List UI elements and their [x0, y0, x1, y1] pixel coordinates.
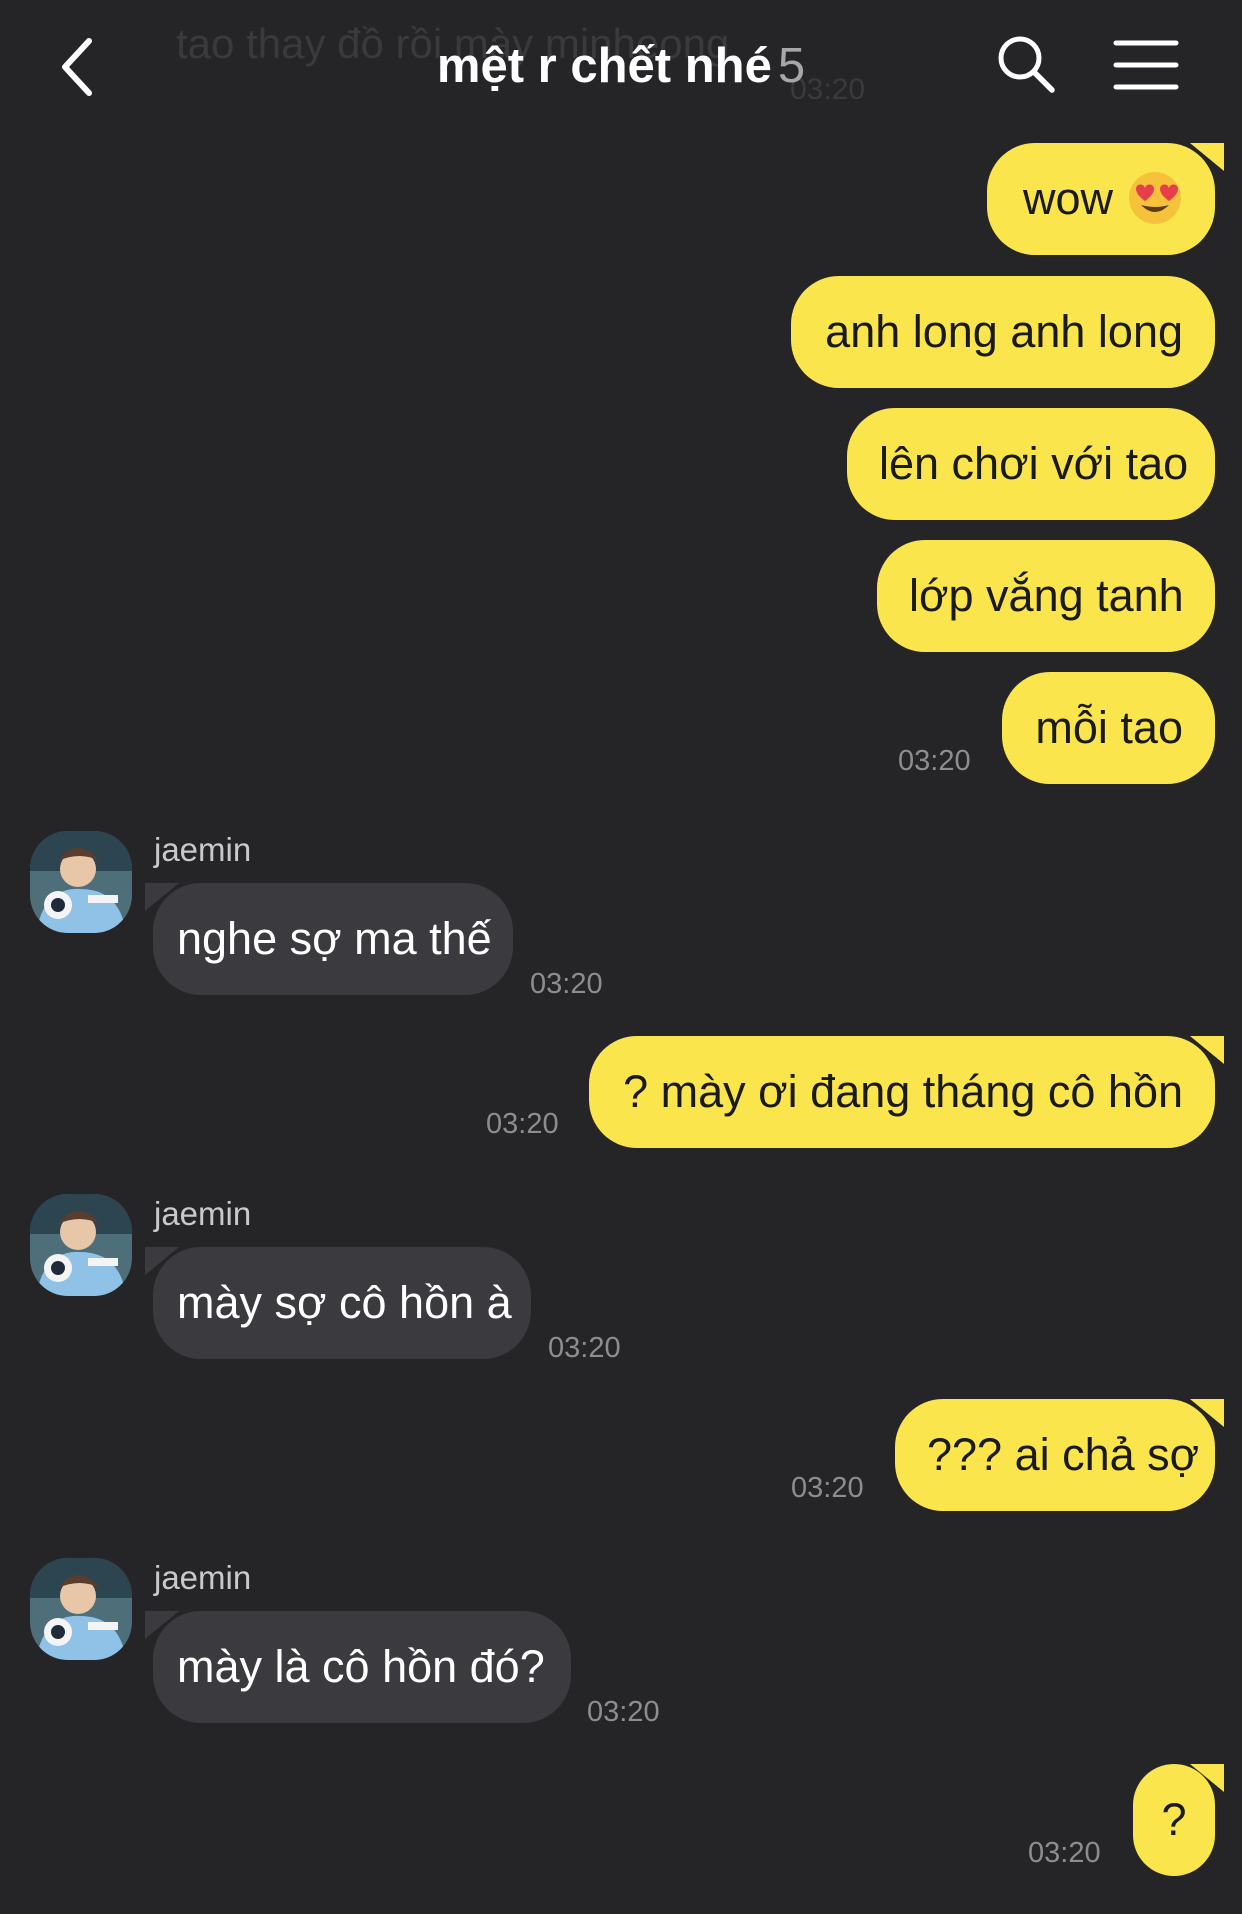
chat-header: tao thay đồ rồi mày minheong 03:20 mệt r…: [0, 0, 1242, 135]
bubble-tail: [1190, 1399, 1224, 1427]
bubble-tail: [1190, 1764, 1224, 1792]
search-button[interactable]: [995, 33, 1057, 95]
menu-icon: [1113, 40, 1179, 90]
bubble-tail: [145, 1611, 179, 1639]
avatar[interactable]: [30, 1558, 132, 1660]
message-time: 03:20: [587, 1696, 660, 1728]
search-icon: [998, 36, 1055, 93]
message-text: lên chơi với tao: [879, 438, 1189, 489]
message-time: 03:20: [486, 1108, 559, 1140]
message-time: 03:20: [898, 745, 971, 777]
message-text: lớp vắng tanh: [909, 570, 1184, 621]
menu-button[interactable]: [1113, 38, 1179, 92]
sender-name: jaemin: [154, 831, 252, 868]
message-text: ?: [1161, 1794, 1187, 1845]
outgoing-message-bubble[interactable]: lên chơi với tao: [847, 408, 1215, 520]
incoming-message-bubble[interactable]: nghe sợ ma thế: [153, 883, 513, 995]
bubble-tail: [145, 1247, 179, 1275]
outgoing-message-bubble[interactable]: ? mày ơi đang tháng cô hồn: [589, 1036, 1215, 1148]
outgoing-message-bubble[interactable]: wow: [987, 143, 1215, 255]
message-time: 03:20: [548, 1332, 621, 1364]
bubble-tail: [145, 883, 179, 911]
sender-name: jaemin: [154, 1195, 252, 1232]
outgoing-message-bubble[interactable]: mỗi tao: [1002, 672, 1215, 784]
bubble-tail: [1190, 143, 1224, 171]
message-text: wow: [1022, 173, 1113, 224]
avatar[interactable]: [30, 831, 132, 933]
message-text: ??? ai chả sợ: [927, 1429, 1200, 1480]
message-time: 03:20: [791, 1472, 864, 1504]
chat-title-text: mệt r chết nhé: [436, 39, 772, 93]
message-text: mày là cô hồn đó?: [177, 1641, 545, 1692]
message-time: 03:20: [1028, 1837, 1101, 1869]
message-text: ? mày ơi đang tháng cô hồn: [623, 1066, 1183, 1117]
outgoing-message-bubble[interactable]: lớp vắng tanh: [877, 540, 1215, 652]
message-time: 03:20: [530, 968, 603, 1000]
message-text: anh long anh long: [825, 306, 1183, 357]
message-text: mày sợ cô hồn à: [177, 1277, 512, 1328]
message-text: mỗi tao: [1035, 702, 1183, 753]
bubble-tail: [1190, 1036, 1224, 1064]
outgoing-message-bubble[interactable]: ??? ai chả sợ: [895, 1399, 1215, 1511]
avatar[interactable]: [30, 1194, 132, 1296]
incoming-message-bubble[interactable]: mày sợ cô hồn à: [153, 1247, 531, 1359]
member-count: 5: [777, 39, 806, 93]
sender-name: jaemin: [154, 1559, 252, 1596]
avatar-image: [30, 831, 132, 933]
outgoing-message-bubble[interactable]: anh long anh long: [791, 276, 1215, 388]
incoming-message-bubble[interactable]: mày là cô hồn đó?: [153, 1611, 571, 1723]
avatar-image: [30, 1558, 132, 1660]
heart-eyes-emoji: [1129, 172, 1181, 225]
message-text: nghe sợ ma thế: [177, 913, 492, 964]
avatar-image: [30, 1194, 132, 1296]
